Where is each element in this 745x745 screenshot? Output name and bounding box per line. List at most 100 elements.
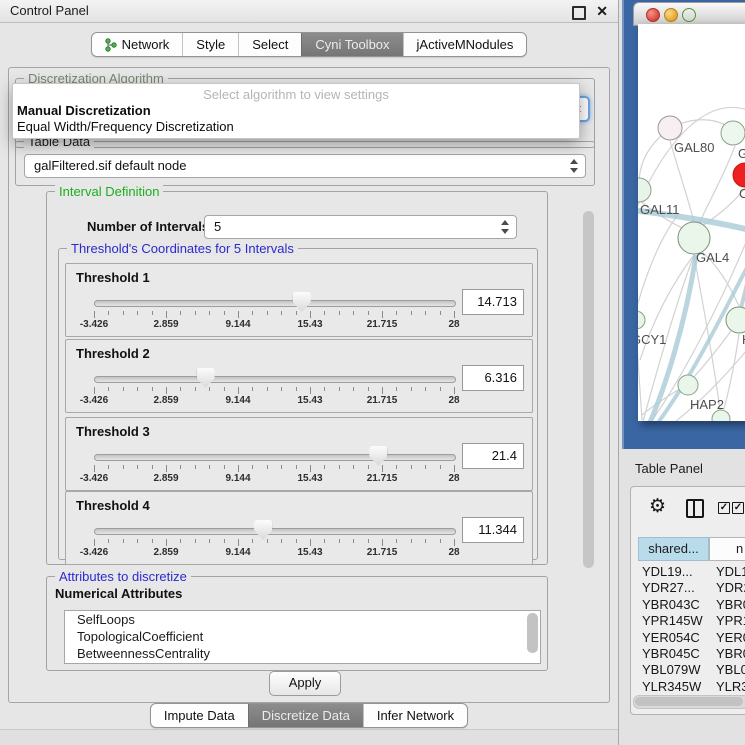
float-window-icon[interactable] [572, 6, 586, 20]
slider-thumb[interactable] [197, 368, 215, 388]
main-scrollbar-thumb[interactable] [583, 211, 594, 568]
tick-mark [368, 311, 369, 315]
slider-scale-labels: -3.4262.8599.14415.4321.71528 [94, 547, 454, 559]
column-header-name[interactable]: n [709, 537, 745, 561]
gear-icon[interactable]: ⚙ [649, 495, 666, 517]
tick-mark [152, 311, 153, 315]
threshold-value-field[interactable]: 14.713 [462, 289, 524, 315]
node-right[interactable] [726, 307, 745, 333]
tick-mark [94, 387, 95, 394]
table-row[interactable]: YDL19...YDL1 [638, 564, 745, 580]
tick-mark [310, 539, 311, 546]
scale-label: 21.715 [367, 473, 398, 484]
tab-label: Infer Network [377, 708, 454, 723]
slider-track[interactable] [94, 300, 456, 307]
scrollbar-thumb[interactable] [635, 697, 743, 706]
tick-mark [281, 387, 282, 391]
table-panel-title: Table Panel [635, 461, 703, 476]
popup-item-manual-discretization[interactable]: Manual Discretization [17, 103, 151, 118]
tab-discretize-data[interactable]: Discretize Data [248, 704, 363, 727]
table-row[interactable]: YPR145WYPR1 [638, 613, 745, 629]
network-canvas[interactable]: GAL80 GA C GAL11 GAL4 GCY1 H HAP2 [638, 24, 745, 421]
table-row[interactable]: YER054CYER0 [638, 630, 745, 646]
table-row[interactable]: YBR043CYBR0 [638, 597, 745, 613]
table-panel: ⚙ ✓ ✓ shared... n YDL19...YDL1YDR27...YD… [630, 486, 745, 715]
tick-mark [339, 387, 340, 391]
threshold-label: Threshold 1 [76, 270, 150, 285]
tab-network[interactable]: Network [92, 33, 183, 56]
tick-mark [137, 311, 138, 315]
slider-track[interactable] [94, 376, 456, 383]
slider-ticks [94, 465, 454, 473]
node-red-selected[interactable] [733, 163, 745, 187]
tab-select[interactable]: Select [238, 33, 301, 56]
minimize-traffic-light-icon[interactable] [664, 8, 678, 22]
tick-mark [238, 465, 239, 472]
tick-mark [195, 311, 196, 315]
threshold-value-field[interactable]: 11.344 [462, 517, 524, 543]
tick-mark [267, 311, 268, 315]
checkbox-checked-icon[interactable]: ✓ [718, 502, 730, 514]
cell-name: YBL0 [716, 662, 745, 677]
scale-label: 28 [448, 547, 459, 558]
network-window-titlebar[interactable] [633, 2, 745, 26]
close-traffic-light-icon[interactable] [646, 8, 660, 22]
split-columns-icon[interactable] [686, 499, 704, 518]
attribute-list-item[interactable]: BetweennessCentrality [65, 645, 540, 662]
scale-label: 9.144 [225, 547, 250, 558]
list-scrollbar[interactable] [527, 613, 538, 657]
apply-button[interactable]: Apply [269, 671, 341, 696]
slider-thumb[interactable] [293, 292, 311, 312]
checkbox-checked-icon[interactable]: ✓ [732, 502, 744, 514]
threshold-value-field[interactable]: 21.4 [462, 443, 524, 469]
scale-label: 21.715 [367, 395, 398, 406]
table-row[interactable]: YBL079WYBL0 [638, 662, 745, 678]
tick-mark [368, 387, 369, 391]
group-legend: Threshold's Coordinates for 5 Intervals [67, 241, 298, 256]
threshold-label: Threshold 3 [76, 424, 150, 439]
thresholds-group: Threshold's Coordinates for 5 Intervals … [58, 248, 538, 560]
scale-label: -3.426 [80, 319, 108, 330]
slider-track[interactable] [94, 528, 456, 535]
close-icon[interactable]: ✕ [596, 1, 608, 21]
tab-style[interactable]: Style [182, 33, 238, 56]
threshold-value-field[interactable]: 6.316 [462, 365, 524, 391]
tick-mark [166, 465, 167, 472]
tab-cyni-toolbox[interactable]: Cyni Toolbox [301, 33, 402, 56]
attribute-list-item[interactable]: SelfLoops [65, 611, 540, 628]
tab-impute-data[interactable]: Impute Data [151, 704, 248, 727]
slider-thumb[interactable] [369, 446, 387, 466]
attribute-list-item[interactable]: TopologicalCoefficient [65, 628, 540, 645]
node-hap2[interactable] [678, 375, 698, 395]
tick-mark [108, 539, 109, 543]
cell-name: YPR1 [716, 613, 745, 628]
slider-track[interactable] [94, 454, 456, 461]
tab-infer-network[interactable]: Infer Network [363, 704, 467, 727]
zoom-traffic-light-icon[interactable] [682, 8, 696, 22]
scrollbar-thumb[interactable] [527, 613, 538, 653]
slider-thumb[interactable] [254, 520, 272, 540]
number-of-intervals-combobox[interactable]: 5 [204, 215, 517, 239]
tick-mark [238, 387, 239, 394]
table-data-combobox[interactable]: galFiltered.sif default node [24, 154, 586, 178]
node-gal80[interactable] [658, 116, 682, 140]
table-row[interactable]: YLR345WYLR3 [638, 679, 745, 695]
tick-mark [440, 387, 441, 391]
node-green[interactable] [721, 121, 745, 145]
tick-mark [137, 387, 138, 391]
tick-mark [224, 539, 225, 543]
tick-mark [94, 465, 95, 472]
tick-mark [396, 465, 397, 469]
table-horizontal-scrollbar[interactable] [633, 695, 745, 709]
popup-item-equal-width-frequency[interactable]: Equal Width/Frequency Discretization [17, 119, 234, 134]
tick-mark [310, 387, 311, 394]
scale-label: 15.43 [297, 319, 322, 330]
tab-jactivemnodules[interactable]: jActiveMNodules [403, 33, 527, 56]
table-row[interactable]: YBR045CYBR0 [638, 646, 745, 662]
numerical-attributes-list[interactable]: SelfLoopsTopologicalCoefficientBetweenne… [64, 610, 541, 664]
node-gcy1[interactable] [638, 311, 645, 329]
table-row[interactable]: YDR27...YDR2 [638, 580, 745, 596]
column-header-shared[interactable]: shared... [638, 537, 709, 561]
scale-label: 28 [448, 473, 459, 484]
scale-label: 15.43 [297, 473, 322, 484]
